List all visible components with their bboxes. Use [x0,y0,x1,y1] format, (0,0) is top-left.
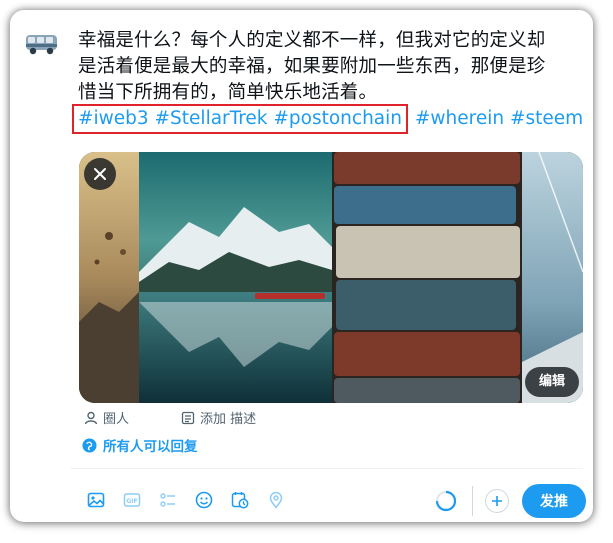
description-icon [181,411,195,424]
add-location-button[interactable] [258,488,294,512]
compose-actions: 发推 [435,483,586,519]
tweet-text-line: 幸福是什么？每个人的定义都不一样，但我对它的定义却 [78,30,546,51]
compose-toolbar: GIF [78,488,294,512]
tweet-text[interactable]: 幸福是什么？每个人的定义都不一样，但我对它的定义却 是活着便是最大的幸福，如果要… [78,28,583,106]
add-description-button[interactable]: 添加 描述 [181,408,256,427]
tweet-text-line: 惜当下所拥有的，简单快乐地活着。 [78,82,378,103]
other-hashtags[interactable]: #wherein #steem [409,108,583,129]
add-description-label: 添加 描述 [200,412,257,427]
add-gif-button[interactable]: GIF [114,488,150,512]
tweet-text-line: 是活着便是最大的幸福，如果要附加一些东西，那便是珍 [78,56,546,77]
close-icon [94,168,106,180]
emoji-icon [195,491,213,509]
add-emoji-button[interactable] [186,488,222,512]
location-icon [269,491,283,509]
character-count-ring-icon [435,490,457,512]
globe-icon [82,437,97,453]
reply-settings-button[interactable]: 所有人可以回复 [82,435,198,455]
plus-icon [492,496,502,506]
edit-media-button[interactable]: 编辑 [524,367,579,397]
gif-icon: GIF [123,493,141,507]
divider [70,468,583,469]
hashtag-line[interactable]: #iweb3 #StellarTrek #postonchain #wherei… [72,104,583,134]
media-collage [79,152,583,403]
poll-icon [160,493,175,507]
remove-media-button[interactable] [84,158,116,190]
add-poll-button[interactable] [150,488,186,512]
media-meta-row: 圈人 添加 描述 [84,408,256,427]
reply-settings-label: 所有人可以回复 [103,439,198,455]
attached-media[interactable]: 编辑 [79,152,583,403]
svg-text:GIF: GIF [126,498,137,505]
add-image-button[interactable] [78,488,114,512]
compose-card: 幸福是什么？每个人的定义都不一样，但我对它的定义却 是活着便是最大的幸福，如果要… [10,10,593,522]
separator [472,486,473,516]
post-button[interactable]: 发推 [522,484,586,518]
tag-people-label: 圈人 [103,412,130,427]
image-icon [87,492,105,508]
schedule-icon [231,492,249,509]
highlighted-hashtags[interactable]: #iweb3 #StellarTrek #postonchain [72,104,409,134]
person-icon [84,411,98,424]
tag-people-button[interactable]: 圈人 [84,408,129,427]
schedule-button[interactable] [222,488,258,512]
avatar[interactable] [24,24,60,60]
add-post-button[interactable] [485,489,509,513]
van-avatar-icon [26,35,57,55]
